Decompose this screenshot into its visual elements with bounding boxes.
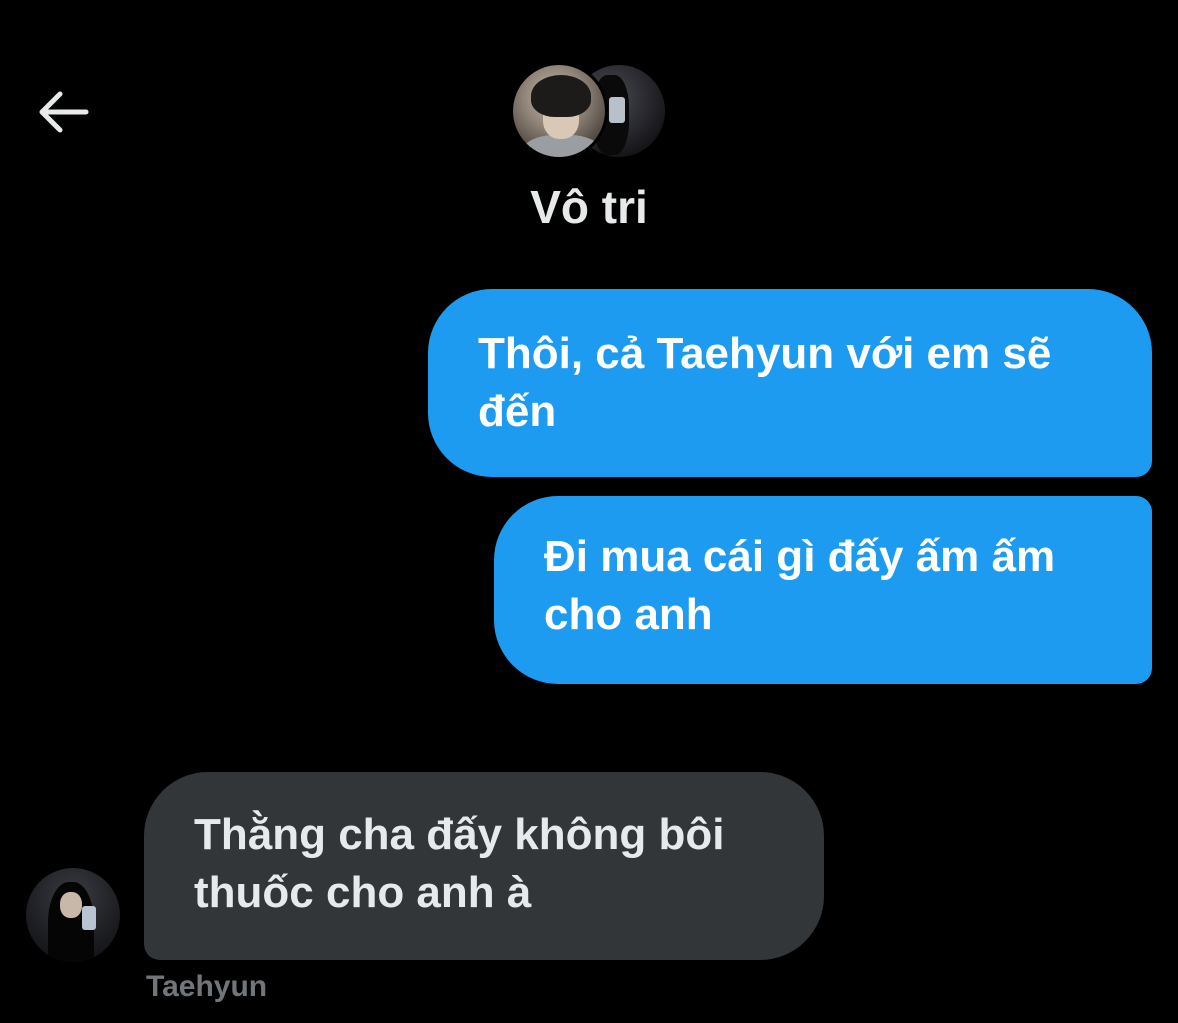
back-button[interactable]: [30, 80, 94, 144]
group-avatars[interactable]: [510, 62, 670, 162]
message-bubble-outgoing[interactable]: Thôi, cả Taehyun với em sẽ đến: [428, 289, 1152, 477]
participant-avatar: [510, 62, 608, 160]
sender-avatar[interactable]: [26, 868, 120, 962]
arrow-left-icon: [39, 91, 89, 133]
message-bubble-outgoing[interactable]: Đi mua cái gì đấy ấm ấm cho anh: [494, 496, 1152, 684]
sender-name: Taehyun: [146, 970, 268, 1003]
message-bubble-incoming[interactable]: Thằng cha đấy không bôi thuốc cho anh à: [144, 772, 824, 960]
conversation-title[interactable]: Vô tri: [0, 180, 1178, 234]
